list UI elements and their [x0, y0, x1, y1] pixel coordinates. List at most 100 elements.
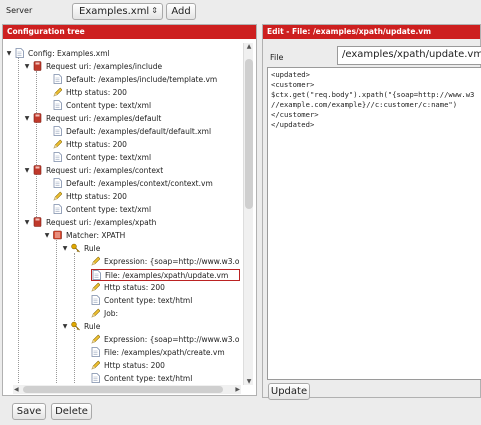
expand-toggle-icon[interactable]: ▼ [23, 61, 31, 73]
tree-node[interactable]: Content type: text/xml [53, 204, 151, 216]
tree-node-label: Http status: 200 [66, 192, 127, 201]
file-path-input[interactable]: /examples/xpath/update.vm [337, 46, 481, 65]
tree-hscroll-thumb[interactable] [23, 386, 223, 393]
editor-line: <customer> [271, 80, 315, 89]
update-button[interactable]: Update [268, 383, 310, 400]
tree-node[interactable]: Http status: 200 [53, 87, 127, 99]
edit-panel: Edit - File: /examples/xpath/update.vm F… [262, 24, 481, 400]
document-icon [91, 295, 100, 305]
tree-horizontal-scrollbar[interactable]: ◀ ▶ [13, 385, 241, 394]
document-icon [92, 270, 101, 280]
tree-connector-line [36, 71, 37, 225]
tree-node[interactable]: Default: /examples/default/default.xml [53, 126, 211, 138]
tree-node[interactable]: Job: [91, 308, 118, 320]
tree-node-label: Content type: text/html [104, 374, 193, 383]
content-editor[interactable]: <updated> <customer> $ctx.get("req.body").… [267, 67, 481, 380]
matcher-icon [53, 230, 62, 240]
delete-button[interactable]: Delete [51, 403, 92, 420]
red-book-icon [33, 113, 42, 123]
tree-node[interactable]: Content type: text/html [91, 373, 192, 384]
tree-node-label: File: /examples/xpath/create.vm [104, 348, 225, 357]
tree-node[interactable]: Content type: text/xml [53, 100, 151, 112]
tree-node[interactable]: Http status: 200 [91, 282, 165, 294]
configuration-tree: ▼ Config: Examples.xml ▼ Request uri: /exam… [3, 39, 240, 384]
tree-node-label: Http status: 200 [66, 140, 127, 149]
document-icon [53, 100, 62, 110]
editor-line: $ctx.get("req.body").xpath("{soap=http:/… [271, 90, 475, 99]
server-select[interactable]: Examples.xml ⇕ [72, 3, 163, 20]
tree-vscroll-thumb[interactable] [245, 59, 253, 209]
tree-node[interactable]: ▼ Matcher: XPATH [45, 230, 126, 242]
tree-node[interactable]: Http status: 200 [53, 191, 127, 203]
tree-node-label: Content type: text/xml [66, 205, 152, 214]
pencil-icon [91, 282, 101, 292]
expand-toggle-icon[interactable]: ▼ [23, 113, 31, 125]
tree-vertical-scrollbar[interactable]: ▲ ▼ [243, 43, 253, 385]
editor-line: //example.com/example}//c:customer/c:nam… [271, 100, 458, 109]
tree-node-label: Config: Examples.xml [28, 49, 110, 58]
scroll-up-arrow-icon[interactable]: ▲ [244, 43, 254, 50]
pencil-icon [91, 308, 101, 318]
tree-node[interactable]: File: /examples/xpath/create.vm [91, 347, 225, 359]
document-icon [53, 152, 62, 162]
tree-node-label: Request uri: /examples/xpath [46, 218, 157, 227]
tree-node[interactable]: ▼ Request uri: /examples/context [25, 165, 164, 177]
tree-node-label: Rule [84, 322, 101, 331]
scroll-left-arrow-icon[interactable]: ◀ [14, 385, 19, 394]
tree-node[interactable]: Default: /examples/context/context.vm [53, 178, 213, 190]
document-icon [53, 178, 62, 188]
expand-toggle-icon[interactable]: ▼ [23, 165, 31, 177]
scroll-down-arrow-icon[interactable]: ▼ [244, 378, 254, 385]
chevron-updown-icon: ⇕ [151, 6, 158, 15]
tree-node-label: Http status: 200 [104, 283, 165, 292]
expand-toggle-icon[interactable]: ▼ [43, 230, 51, 242]
scroll-right-arrow-icon[interactable]: ▶ [235, 385, 240, 394]
tree-node[interactable]: Expression: {soap=http://www.w3.org/2001… [91, 334, 240, 346]
tree-node-label: Matcher: XPATH [66, 231, 126, 240]
tree-node[interactable]: Http status: 200 [91, 360, 165, 372]
tree-node[interactable]: Default: /examples/include/template.vm [53, 74, 217, 86]
expand-toggle-icon[interactable]: ▼ [23, 217, 31, 229]
add-button[interactable]: Add [166, 3, 196, 20]
tree-connector-line [74, 253, 75, 384]
document-icon [91, 373, 100, 383]
tree-node-label: Http status: 200 [104, 361, 165, 370]
expand-toggle-icon[interactable]: ▼ [61, 243, 69, 255]
pencil-icon [91, 360, 101, 370]
tree-node[interactable]: ▼ Request uri: /examples/xpath [25, 217, 157, 229]
document-icon [91, 347, 100, 357]
pencil-icon [53, 139, 63, 149]
tree-node-label: Expression: {soap=http://www.w3.org/2001… [104, 257, 240, 266]
edit-panel-header: Edit - File: /examples/xpath/update.vm [263, 25, 480, 39]
configuration-tree-panel: Configuration tree ▼ Config: Examples.xml… [2, 24, 257, 396]
key-icon [71, 321, 80, 331]
tree-node[interactable]: ▼ Rule [63, 243, 100, 255]
tree-node[interactable]: Http status: 200 [53, 139, 127, 151]
editor-line: </updated> [271, 120, 315, 129]
tree-node-label: Content type: text/xml [66, 101, 152, 110]
tree-node-label: Request uri: /examples/context [46, 166, 164, 175]
configuration-tree-header: Configuration tree [3, 25, 256, 39]
red-book-icon [33, 165, 42, 175]
tree-node[interactable]: ▼ Config: Examples.xml [7, 48, 110, 60]
editor-line: <updated> [271, 70, 310, 79]
save-button[interactable]: Save [12, 403, 46, 420]
tree-node[interactable]: Content type: text/xml [53, 152, 151, 164]
pencil-icon [53, 87, 63, 97]
tree-node[interactable]: File: /examples/xpath/update.vm [91, 269, 240, 281]
expand-toggle-icon[interactable]: ▼ [5, 48, 13, 60]
tree-node[interactable]: ▼ Request uri: /examples/default [25, 113, 162, 125]
tree-connector-line [56, 240, 57, 384]
tree-node[interactable]: ▼ Request uri: /examples/include [25, 61, 163, 73]
pencil-icon [91, 256, 101, 266]
tree-node-label: Expression: {soap=http://www.w3.org/2001… [104, 335, 240, 344]
expand-toggle-icon[interactable]: ▼ [61, 321, 69, 333]
document-icon [53, 126, 62, 136]
tree-node-label: Default: /examples/include/template.vm [66, 75, 218, 84]
tree-node-label: Request uri: /examples/include [46, 62, 163, 71]
tree-node[interactable]: Content type: text/html [91, 295, 192, 307]
tree-node-label: Request uri: /examples/default [46, 114, 162, 123]
tree-node[interactable]: ▼ Rule [63, 321, 101, 333]
tree-node[interactable]: Expression: {soap=http://www.w3.org/2001… [91, 256, 240, 268]
pencil-icon [91, 334, 101, 344]
